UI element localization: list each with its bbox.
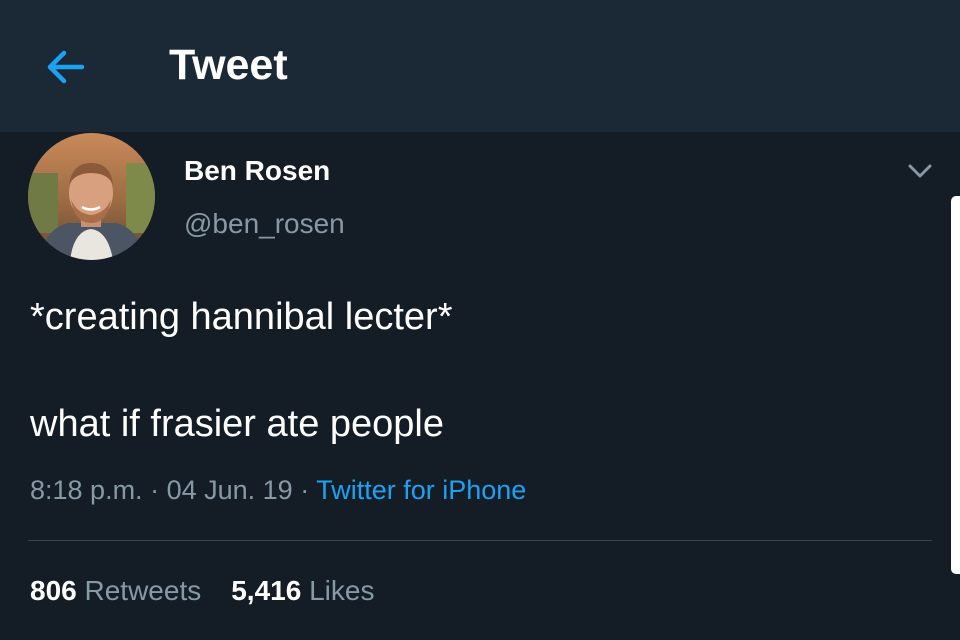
tweet-time: 8:18 p.m. bbox=[30, 475, 143, 505]
page-title: Tweet bbox=[169, 41, 288, 89]
retweets-label: Retweets bbox=[84, 575, 202, 606]
retweets-stat[interactable]: 806 Retweets bbox=[30, 575, 201, 606]
arrow-left-icon bbox=[47, 50, 85, 84]
scrollbar[interactable] bbox=[951, 196, 960, 574]
meta-separator: · bbox=[300, 475, 310, 505]
chevron-down-icon bbox=[908, 164, 932, 178]
avatar[interactable] bbox=[28, 133, 155, 260]
tweet-date: 04 Jun. 19 bbox=[166, 475, 293, 505]
tweet-text-line: what if frasier ate people bbox=[30, 403, 445, 445]
avatar-image bbox=[28, 133, 155, 260]
tweet-text-line: *creating hannibal lecter* bbox=[30, 296, 453, 338]
retweets-count: 806 bbox=[30, 575, 77, 606]
likes-label: Likes bbox=[309, 575, 375, 606]
tweet-source-link[interactable]: Twitter for iPhone bbox=[316, 475, 526, 505]
likes-count: 5,416 bbox=[231, 575, 302, 606]
likes-stat[interactable]: 5,416 Likes bbox=[231, 575, 374, 606]
tweet-meta: 8:18 p.m. · 04 Jun. 19 · Twitter for iPh… bbox=[30, 474, 526, 506]
tweet-stats: 806 Retweets 5,416 Likes bbox=[30, 574, 374, 608]
author-display-name[interactable]: Ben Rosen bbox=[184, 155, 330, 187]
top-bar: Tweet bbox=[0, 0, 960, 132]
author-handle[interactable]: @ben_rosen bbox=[184, 208, 345, 240]
back-button[interactable] bbox=[38, 42, 94, 92]
meta-separator: · bbox=[150, 475, 160, 505]
divider bbox=[28, 540, 932, 541]
tweet-detail-screen: Tweet Ben Rosen @ben_rosen *creating han… bbox=[0, 0, 960, 640]
tweet-menu-button[interactable] bbox=[902, 156, 938, 186]
